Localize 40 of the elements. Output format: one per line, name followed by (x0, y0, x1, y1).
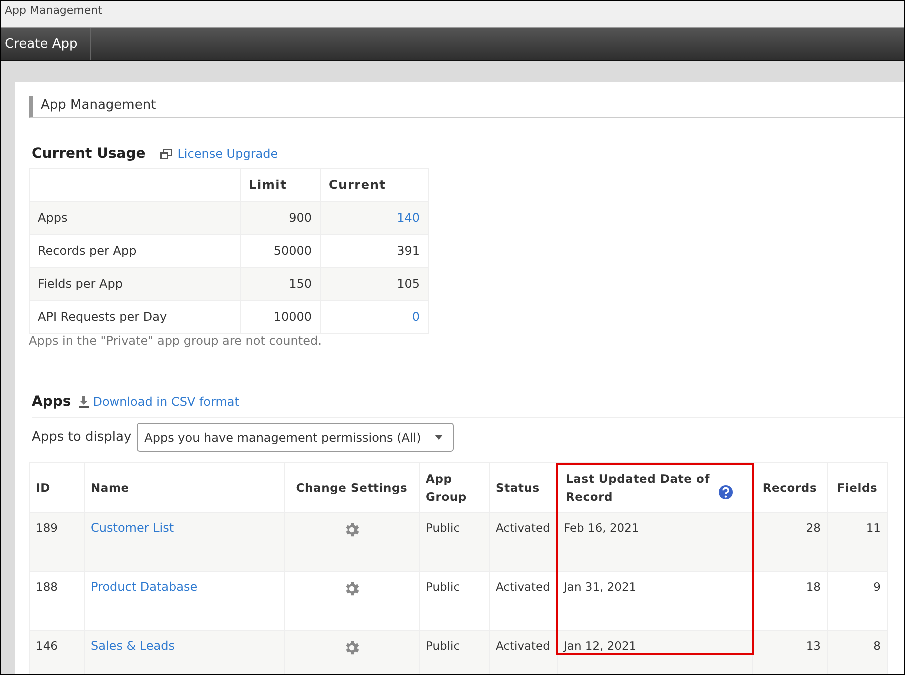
app-name-link[interactable]: Sales & Leads (91, 639, 176, 653)
column-header: Name (84, 462, 284, 512)
table-cell: 11 (828, 512, 888, 572)
column-header: ID (30, 462, 84, 512)
apps-dropdown[interactable]: Apps you have management permissions (All) (136, 423, 454, 452)
table-cell: 8 (828, 630, 888, 674)
download-icon (79, 396, 90, 408)
help-icon[interactable] (718, 484, 734, 500)
section-title: Apps (32, 394, 72, 410)
column-header: Last Updated Date of Record (566, 470, 712, 506)
table-cell: Activated (490, 512, 558, 572)
license-upgrade-link[interactable]: License Upgrade (178, 147, 278, 161)
usage-note: Apps in the "Private" app group are not counted. (29, 334, 323, 348)
table-cell: 105 (320, 268, 428, 300)
table-cell: Apps (30, 202, 240, 234)
download-csv-link[interactable]: Download in CSV format (93, 395, 240, 409)
create-app-button[interactable]: Create App (1, 28, 91, 60)
table-cell: 10000 (240, 300, 320, 334)
filter-label: Apps to display (32, 430, 132, 445)
table-cell: 13 (752, 630, 828, 674)
table-cell: 146 (30, 630, 84, 674)
page-heading: App Management (29, 96, 904, 118)
table-cell: 150 (240, 268, 320, 300)
count-link[interactable]: 0 (412, 310, 420, 324)
table-cell: Public (420, 630, 490, 674)
table-cell: Public (420, 512, 490, 572)
table-cell: 189 (30, 512, 84, 572)
section-title: Current Usage (32, 146, 146, 162)
window-title: App Management (4, 3, 104, 19)
table-cell: Activated (490, 630, 558, 674)
table-cell: API Requests per Day (30, 300, 240, 334)
table-cell: 900 (240, 202, 320, 234)
table-cell: Feb 16, 2021 (558, 512, 752, 572)
new-window-icon (160, 148, 172, 160)
table-cell: 28 (752, 512, 828, 572)
table-cell: Fields per App (30, 268, 240, 300)
app-name-link[interactable]: Customer List (91, 521, 174, 535)
table-cell: Jan 12, 2021 (558, 630, 752, 674)
count-link[interactable]: 140 (397, 211, 420, 225)
app-name-link[interactable]: Product Database (91, 580, 198, 594)
